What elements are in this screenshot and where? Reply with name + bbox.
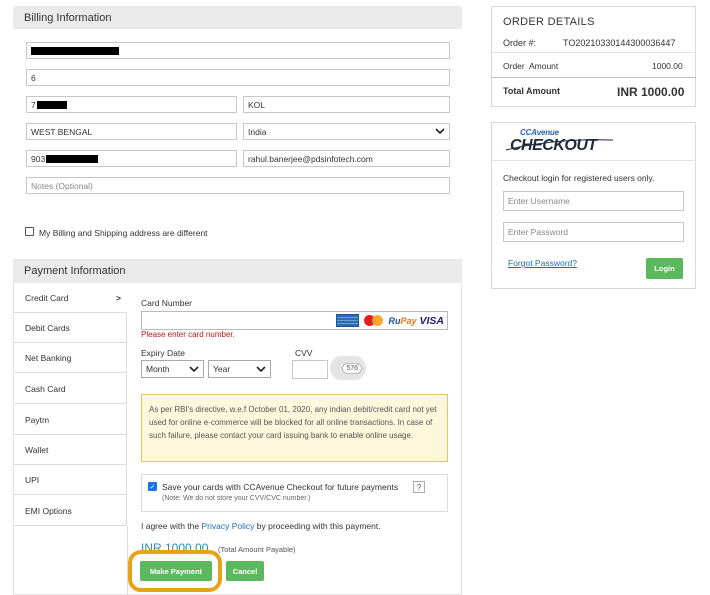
- total-divider: [491, 77, 696, 78]
- cancel-button[interactable]: Cancel: [226, 561, 264, 581]
- visa-icon: VISA: [419, 314, 444, 327]
- billing-title: Billing Information: [24, 11, 112, 24]
- order-details-title: ORDER DETAILS: [503, 16, 595, 28]
- checkout-login-text: Checkout login for registered users only…: [503, 173, 655, 183]
- tab-net-banking[interactable]: Net Banking: [14, 343, 127, 373]
- order-number-value: TO20210330144300036447: [563, 38, 676, 48]
- cvv-input[interactable]: [292, 360, 328, 379]
- redacted-text: [36, 100, 67, 109]
- tab-wallet[interactable]: Wallet: [14, 435, 127, 465]
- username-input[interactable]: Enter Username: [503, 191, 684, 211]
- help-icon[interactable]: ?: [413, 481, 425, 493]
- chevron-down-icon: [189, 365, 199, 372]
- chevron-down-icon: [435, 128, 445, 135]
- chevron-down-icon: [256, 365, 266, 372]
- total-amount-value: INR 1000.00: [617, 85, 685, 99]
- privacy-policy-link[interactable]: Privacy Policy: [202, 521, 255, 531]
- address-line1-field[interactable]: [26, 42, 450, 59]
- email-field[interactable]: rahul.banerjee@pdsinfotech.com: [243, 150, 450, 167]
- payment-header: Payment Information: [13, 259, 462, 283]
- pincode-field[interactable]: 7: [26, 96, 237, 113]
- order-amount-value: 1000.00: [652, 61, 683, 71]
- save-card-label: Save your cards with CCAvenue Checkout f…: [162, 482, 399, 492]
- tab-upi[interactable]: UPI: [14, 465, 127, 495]
- forgot-password-link[interactable]: Forgot Password?: [508, 258, 577, 268]
- cvv-card-icon: 576: [330, 356, 366, 380]
- tab-cash-card[interactable]: Cash Card: [14, 374, 127, 404]
- billing-header: Billing Information: [13, 6, 462, 29]
- save-card-checkbox[interactable]: ✓: [148, 482, 157, 491]
- card-number-label: Card Number: [141, 298, 193, 308]
- shipping-different-checkbox[interactable]: [25, 227, 34, 236]
- card-error-text: Please enter card number.: [141, 330, 235, 339]
- save-card-note: (Note: We do not store your CVV/CVC numb…: [162, 495, 311, 502]
- ccavenue-checkout-logo: CCAvenue CHECKOUT: [505, 128, 617, 156]
- amex-icon: [336, 314, 360, 327]
- order-divider: [491, 52, 696, 53]
- save-card-box: [141, 474, 448, 512]
- expiry-label: Expiry Date: [141, 348, 185, 358]
- shipping-different-label: My Billing and Shipping address are diff…: [39, 228, 208, 238]
- order-number-label: Order #:: [503, 38, 537, 48]
- mastercard-icon: [362, 314, 385, 327]
- tab-paytm[interactable]: Paytm: [14, 405, 127, 435]
- chevron-right-icon: >: [116, 292, 121, 303]
- payment-title: Payment Information: [24, 265, 126, 277]
- swoosh-icon: [505, 139, 614, 151]
- phone-field[interactable]: 903: [26, 150, 237, 167]
- expiry-year-select[interactable]: Year: [208, 360, 271, 378]
- tab-debit-cards[interactable]: Debit Cards: [14, 313, 127, 343]
- redacted-text: [46, 154, 99, 163]
- total-amount-label: Total Amount: [503, 86, 560, 96]
- state-field[interactable]: WEST BENGAL: [26, 123, 237, 140]
- logo-divider: [491, 160, 696, 161]
- rupay-icon: RuPay: [388, 315, 417, 326]
- password-input[interactable]: Enter Password: [503, 222, 684, 242]
- notes-field[interactable]: Notes (Optional): [26, 177, 450, 194]
- rbi-notice: As per RBI's directive, w.e.f October 01…: [141, 394, 448, 462]
- amount-payable-note: (Total Amount Payable): [218, 545, 296, 554]
- city-field[interactable]: KOL: [243, 96, 450, 113]
- cvv-label: CVV: [295, 348, 313, 358]
- redacted-text: [31, 46, 119, 55]
- agreement-text: I agree with the Privacy Policy by proce…: [141, 521, 381, 531]
- expiry-month-select[interactable]: Month: [141, 360, 204, 378]
- card-number-input[interactable]: RuPay VISA: [141, 311, 448, 330]
- login-button[interactable]: Login: [646, 258, 683, 279]
- country-select[interactable]: India: [243, 123, 450, 140]
- address-line2-field[interactable]: 6: [26, 69, 450, 86]
- tab-credit-card[interactable]: Credit Card >: [14, 283, 127, 313]
- order-amount-label: Order Amount: [503, 61, 559, 71]
- make-payment-button[interactable]: Make Payment: [140, 561, 212, 581]
- tab-emi-options[interactable]: EMI Options: [14, 496, 127, 526]
